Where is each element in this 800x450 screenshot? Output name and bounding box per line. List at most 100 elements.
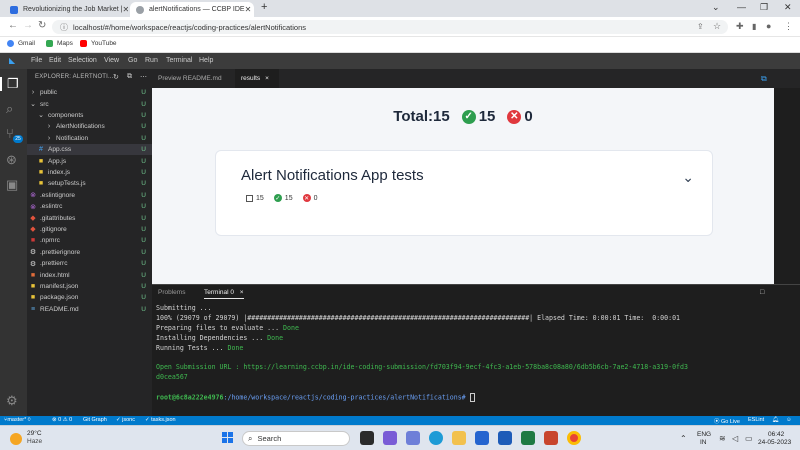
- close-icon[interactable]: ×: [240, 289, 244, 296]
- extensions-icon[interactable]: ▣: [6, 178, 18, 192]
- battery-icon[interactable]: ▭: [745, 434, 753, 443]
- wifi-icon[interactable]: ≋: [719, 434, 726, 443]
- back-icon[interactable]: ←: [8, 20, 18, 31]
- file-tree-item[interactable]: ■ index.html U: [27, 269, 152, 280]
- minimize-icon[interactable]: —: [737, 2, 746, 12]
- windows-start-icon[interactable]: [222, 432, 234, 444]
- notification-bell-icon[interactable]: 🔔︎: [772, 417, 779, 423]
- explorer-icon[interactable]: ❐: [0, 77, 19, 91]
- volume-icon[interactable]: ◁: [732, 434, 738, 443]
- split-editor-icon[interactable]: ⧉: [761, 74, 767, 84]
- url-field[interactable]: ⓘ localhost/#/home/workspace/reactjs/cod…: [52, 20, 728, 34]
- go-live-button[interactable]: ⦿ Go Live: [714, 417, 740, 425]
- edge-icon[interactable]: [429, 431, 443, 445]
- tab-terminal[interactable]: Terminal 0 ×: [204, 289, 244, 299]
- close-icon[interactable]: ✕: [122, 5, 128, 14]
- file-tree-item[interactable]: ■ index.js U: [27, 167, 152, 178]
- language-indicator[interactable]: ENG: [697, 431, 711, 438]
- file-tree-item[interactable]: ≡ README.md U: [27, 304, 152, 315]
- menu-run[interactable]: Run: [145, 57, 158, 64]
- chevron-down-icon[interactable]: ⌄: [712, 2, 720, 13]
- teams-icon[interactable]: [383, 431, 397, 445]
- new-tab-button[interactable]: +: [261, 1, 267, 13]
- submission-url-line[interactable]: d0cea567: [156, 373, 188, 381]
- chevron-down-icon[interactable]: ⌄: [682, 169, 694, 186]
- more-actions-icon[interactable]: ⋯: [140, 73, 147, 81]
- menu-view[interactable]: View: [104, 57, 119, 64]
- tab-results[interactable]: results ×: [235, 69, 279, 88]
- test-suite-card[interactable]: Alert Notifications App tests ⌄ 15 ✓ 15 …: [215, 150, 713, 236]
- file-tree-item[interactable]: ⌄ src U: [27, 98, 152, 109]
- menu-file[interactable]: File: [31, 57, 42, 64]
- clock-time[interactable]: 06:42: [768, 431, 784, 438]
- extensions-icon[interactable]: ✚: [736, 21, 744, 32]
- collapse-all-icon[interactable]: ⧉: [127, 73, 132, 81]
- browser-tab-ide[interactable]: alertNotifications — CCBP IDE ✕: [130, 2, 254, 17]
- problems-counter[interactable]: ⊗ 0 ⚠ 0: [52, 417, 72, 423]
- file-tree-item[interactable]: ■ .npmrc U: [27, 235, 152, 246]
- jsonc-status[interactable]: ✓ jsonc: [116, 417, 135, 423]
- file-explorer-icon[interactable]: [452, 431, 466, 445]
- run-debug-icon[interactable]: ⊛: [6, 153, 17, 167]
- tasks-status[interactable]: ✓ tasks.json: [145, 417, 176, 423]
- close-icon[interactable]: ×: [265, 75, 269, 82]
- branch-indicator[interactable]: ⑂master* ⟳: [4, 417, 31, 423]
- file-tree-item[interactable]: › Notification U: [27, 133, 152, 144]
- menu-help[interactable]: Help: [199, 57, 213, 64]
- star-icon[interactable]: ☆: [713, 21, 721, 32]
- menu-selection[interactable]: Selection: [68, 57, 97, 64]
- eslint-status[interactable]: ESLint: [748, 417, 764, 423]
- word-icon[interactable]: [498, 431, 512, 445]
- weather-temp[interactable]: 29°C: [27, 430, 42, 437]
- forward-icon[interactable]: →: [23, 20, 33, 31]
- bookmark-maps[interactable]: Maps: [46, 40, 73, 47]
- file-tree-item[interactable]: ⚙ .prettierignore U: [27, 247, 152, 258]
- file-tree-item[interactable]: ◆ .gitattributes U: [27, 212, 152, 223]
- file-tree-item[interactable]: # App.css U: [27, 144, 152, 156]
- app-icon[interactable]: [406, 431, 420, 445]
- chrome-icon[interactable]: [567, 431, 581, 445]
- tab-preview-readme[interactable]: Preview README.md: [152, 69, 234, 88]
- file-tree-item[interactable]: ⚙ .prettierrc U: [27, 258, 152, 269]
- menu-edit[interactable]: Edit: [49, 57, 61, 64]
- mail-icon[interactable]: [475, 431, 489, 445]
- bookmark-gmail[interactable]: Gmail: [7, 40, 35, 47]
- powerpoint-icon[interactable]: [544, 431, 558, 445]
- terminal-prompt[interactable]: root@6c8a222e4976:/home/workspace/reactj…: [156, 393, 475, 402]
- chevron-up-icon[interactable]: ⌃: [680, 434, 687, 443]
- submission-url-line[interactable]: Open Submission URL : https://learning.c…: [156, 363, 688, 371]
- more-menu-icon[interactable]: ⋮: [784, 21, 793, 32]
- refresh-icon[interactable]: ↻: [113, 73, 119, 81]
- file-tree-item[interactable]: ◆ .gitignore U: [27, 224, 152, 235]
- maximize-panel-icon[interactable]: □: [760, 289, 764, 296]
- file-tree-item[interactable]: › AlertNotifications U: [27, 121, 152, 132]
- profile-icon[interactable]: ●: [766, 21, 771, 31]
- bookmark-youtube[interactable]: YouTube: [80, 40, 117, 47]
- close-window-icon[interactable]: ✕: [784, 2, 792, 13]
- menu-terminal[interactable]: Terminal: [166, 57, 192, 64]
- file-tree-item[interactable]: ■ manifest.json U: [27, 281, 152, 292]
- file-tree-item[interactable]: ■ setupTests.js U: [27, 178, 152, 189]
- file-tree-item[interactable]: ⊗ .eslintignore U: [27, 190, 152, 201]
- task-view-icon[interactable]: [360, 431, 374, 445]
- taskbar-search[interactable]: ⌕ Search: [242, 431, 350, 446]
- settings-gear-icon[interactable]: ⚙: [6, 394, 18, 408]
- excel-icon[interactable]: [521, 431, 535, 445]
- search-icon[interactable]: ⌕: [6, 102, 13, 116]
- file-tree-item[interactable]: ⊗ .eslintrc U: [27, 201, 152, 212]
- reload-icon[interactable]: ↻: [38, 20, 46, 31]
- info-icon[interactable]: ⓘ: [60, 22, 68, 33]
- file-tree-item[interactable]: ⌄ components U: [27, 110, 152, 121]
- sidepanel-icon[interactable]: ▮: [752, 22, 756, 31]
- feedback-icon[interactable]: ☺: [786, 417, 792, 423]
- browser-tab-jobs[interactable]: Revolutionizing the Job Market | ✕: [4, 2, 128, 17]
- git-graph-button[interactable]: Git Graph: [83, 417, 107, 423]
- menu-go[interactable]: Go: [128, 57, 137, 64]
- close-icon[interactable]: ✕: [245, 5, 252, 14]
- file-tree-item[interactable]: ■ package.json U: [27, 292, 152, 303]
- restore-icon[interactable]: ❐: [760, 2, 768, 13]
- share-icon[interactable]: ⇪: [697, 22, 704, 31]
- file-tree-item[interactable]: ■ App.js U: [27, 155, 152, 166]
- tab-problems[interactable]: Problems: [158, 289, 185, 296]
- file-tree-item[interactable]: › public U: [27, 87, 152, 98]
